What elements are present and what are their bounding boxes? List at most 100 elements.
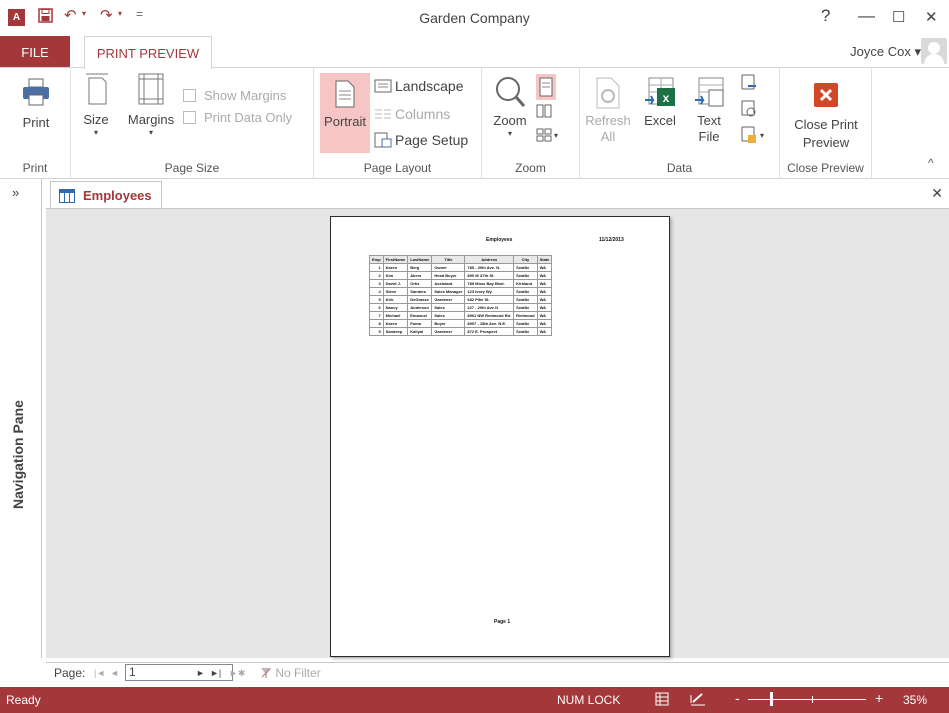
table-cell: 3	[369, 279, 384, 288]
page-setup-button[interactable]: Page Setup	[374, 132, 468, 148]
table-cell: Head Buyer	[431, 271, 466, 280]
more-pages-button[interactable]: ▾	[536, 128, 558, 142]
report-page[interactable]: Employees 11/12/2013 Emp FirstName LastNam…	[330, 216, 670, 657]
page-layout-group-label: Page Layout	[363, 161, 432, 175]
minimize-button[interactable]: —	[858, 6, 875, 26]
user-name[interactable]: Joyce Cox ▾	[850, 44, 921, 60]
table-cell: Gardener	[431, 327, 466, 336]
print-data-only-checkbox[interactable]: Print Data Only	[183, 110, 292, 125]
zoom-out-button[interactable]: -	[735, 690, 740, 706]
table-cell: Michael	[382, 311, 409, 320]
avatar[interactable]	[921, 38, 947, 64]
employees-table: Emp FirstName LastName Title Address City Stat…	[369, 255, 553, 336]
table-row: 2 Kim Akers Head Buyer 890 W 37th St. Seattle…	[369, 271, 553, 280]
xml-file-export-button[interactable]	[740, 74, 758, 92]
columns-button[interactable]: Columns	[374, 106, 450, 122]
print-button[interactable]: Print	[14, 72, 58, 131]
zoom-level[interactable]: 35%	[903, 693, 927, 707]
page-label: Page:	[54, 666, 86, 680]
table-cell: Assistant	[431, 279, 466, 288]
table-header-cell: FirstName	[382, 255, 409, 264]
first-page-icon[interactable]: |◄	[94, 668, 105, 678]
tab-employees[interactable]: Employees	[50, 181, 162, 209]
ribbon-tabs: FILE PRINT PREVIEW Joyce Cox ▾	[0, 36, 949, 69]
zoom-button[interactable]: Zoom ▾	[488, 72, 532, 139]
new-record-icon[interactable]: ►✱	[229, 668, 245, 679]
tab-print-preview[interactable]: PRINT PREVIEW	[84, 36, 212, 69]
table-cell: Sandeep	[382, 327, 409, 336]
next-page-icon[interactable]: ►	[196, 668, 205, 678]
table-row: 3 David J. Ortiz Assistant 789 Moss Bay Blvd…	[369, 279, 553, 288]
data-group-label: Data	[666, 161, 693, 175]
table-cell: Ortiz	[407, 279, 433, 288]
navigation-pane-label[interactable]: Navigation Pane	[10, 400, 26, 509]
table-header-row: Emp FirstName LastName Title Address City Stat…	[369, 255, 553, 264]
show-margins-checkbox[interactable]: Show Margins	[183, 88, 286, 103]
table-cell: Anderson	[407, 303, 433, 312]
table-cell: 123 Ivory Wy.	[464, 287, 515, 296]
two-pages-button[interactable]	[536, 104, 552, 118]
table-cell: Owner	[431, 263, 466, 272]
landscape-button[interactable]: Landscape	[374, 78, 464, 94]
table-cell: WA	[536, 263, 553, 272]
zoom-slider-thumb[interactable]	[770, 692, 773, 706]
refresh-all-button[interactable]: Refresh All	[584, 72, 632, 145]
table-cell: Karen	[382, 263, 409, 272]
report-date: 11/12/2013	[599, 237, 624, 243]
data-group: Refresh All x Excel Text File ▾ Data	[580, 68, 780, 178]
print-group-label: Print	[22, 161, 48, 175]
table-cell: 8907 - 15th Ave. N.E.	[464, 319, 515, 328]
excel-export-button[interactable]: x Excel	[640, 72, 680, 129]
close-preview-group-label: Close Preview	[787, 161, 864, 175]
collapse-ribbon-icon[interactable]: ^	[928, 156, 934, 170]
one-page-icon	[539, 77, 553, 97]
status-bar: Ready NUM LOCK - + 35%	[0, 687, 949, 713]
no-filter-button[interactable]: No Filter	[260, 666, 321, 680]
table-cell: Akers	[407, 271, 433, 280]
table-cell: 785 - 30th Ave. N.	[464, 263, 515, 272]
print-preview-view-icon[interactable]	[655, 692, 669, 709]
tab-file[interactable]: FILE	[0, 36, 70, 68]
ribbon: Print Print Size ▾ Margins ▾ Show Margin…	[0, 67, 949, 179]
help-button[interactable]: ?	[821, 6, 830, 26]
table-header-cell: Address	[464, 255, 515, 264]
refresh-icon	[596, 77, 620, 109]
table-cell: Sales	[431, 311, 466, 320]
pdf-export-button[interactable]	[740, 100, 758, 118]
xml-file-icon	[741, 74, 756, 90]
nav-pane-toggle-icon[interactable]: »	[12, 185, 19, 200]
close-print-preview-button[interactable]: Close Print Preview	[786, 72, 866, 151]
report-title: Employees	[486, 237, 513, 243]
num-lock-indicator: NUM LOCK	[557, 693, 621, 707]
more-pages-icon	[536, 128, 552, 142]
size-button[interactable]: Size ▾	[79, 72, 113, 138]
design-view-icon[interactable]	[690, 692, 706, 709]
one-page-button[interactable]	[536, 74, 556, 100]
table-row: 5 Kirk DeGrasse Gardener 682 Pike St. Seattle…	[369, 295, 553, 304]
table-cell: Fuma	[407, 319, 433, 328]
columns-icon	[375, 109, 391, 119]
more-export-button[interactable]: ▾	[740, 126, 764, 144]
navigation-pane[interactable]: » Navigation Pane	[0, 179, 42, 658]
portrait-button[interactable]: Portrait	[320, 73, 370, 153]
close-document-icon[interactable]: ✕	[931, 185, 943, 202]
magnifier-icon	[496, 77, 526, 107]
table-row: 4 Steve Sanders Sales Manager 123 Ivory Wy. S…	[369, 287, 553, 296]
table-header-cell: City	[513, 255, 538, 264]
table-cell: 890 W 37th St.	[464, 271, 515, 280]
text-file-export-button[interactable]: Text File	[690, 72, 728, 145]
table-header-cell: State	[536, 255, 553, 264]
table-cell: Gardener	[431, 295, 466, 304]
zoom-slider-track[interactable]	[748, 699, 866, 700]
close-button[interactable]: ✕	[925, 8, 938, 26]
page-layout-group: Portrait Landscape Columns Page Setup Pa…	[314, 68, 482, 178]
table-cell: 8901 NW Redmond Rd.	[464, 311, 515, 320]
maximize-button[interactable]: ☐	[892, 8, 905, 26]
margins-button[interactable]: Margins ▾	[123, 72, 179, 138]
page-size-group-label: Page Size	[164, 161, 220, 175]
last-page-icon[interactable]: ►|	[210, 668, 221, 678]
prev-page-icon[interactable]: ◄	[110, 668, 119, 678]
table-cell: 6	[369, 303, 384, 312]
zoom-in-button[interactable]: +	[875, 690, 883, 706]
table-row: 8 Karen Fuma Buyer 8907 - 15th Ave. N.E. Seat…	[369, 319, 553, 328]
